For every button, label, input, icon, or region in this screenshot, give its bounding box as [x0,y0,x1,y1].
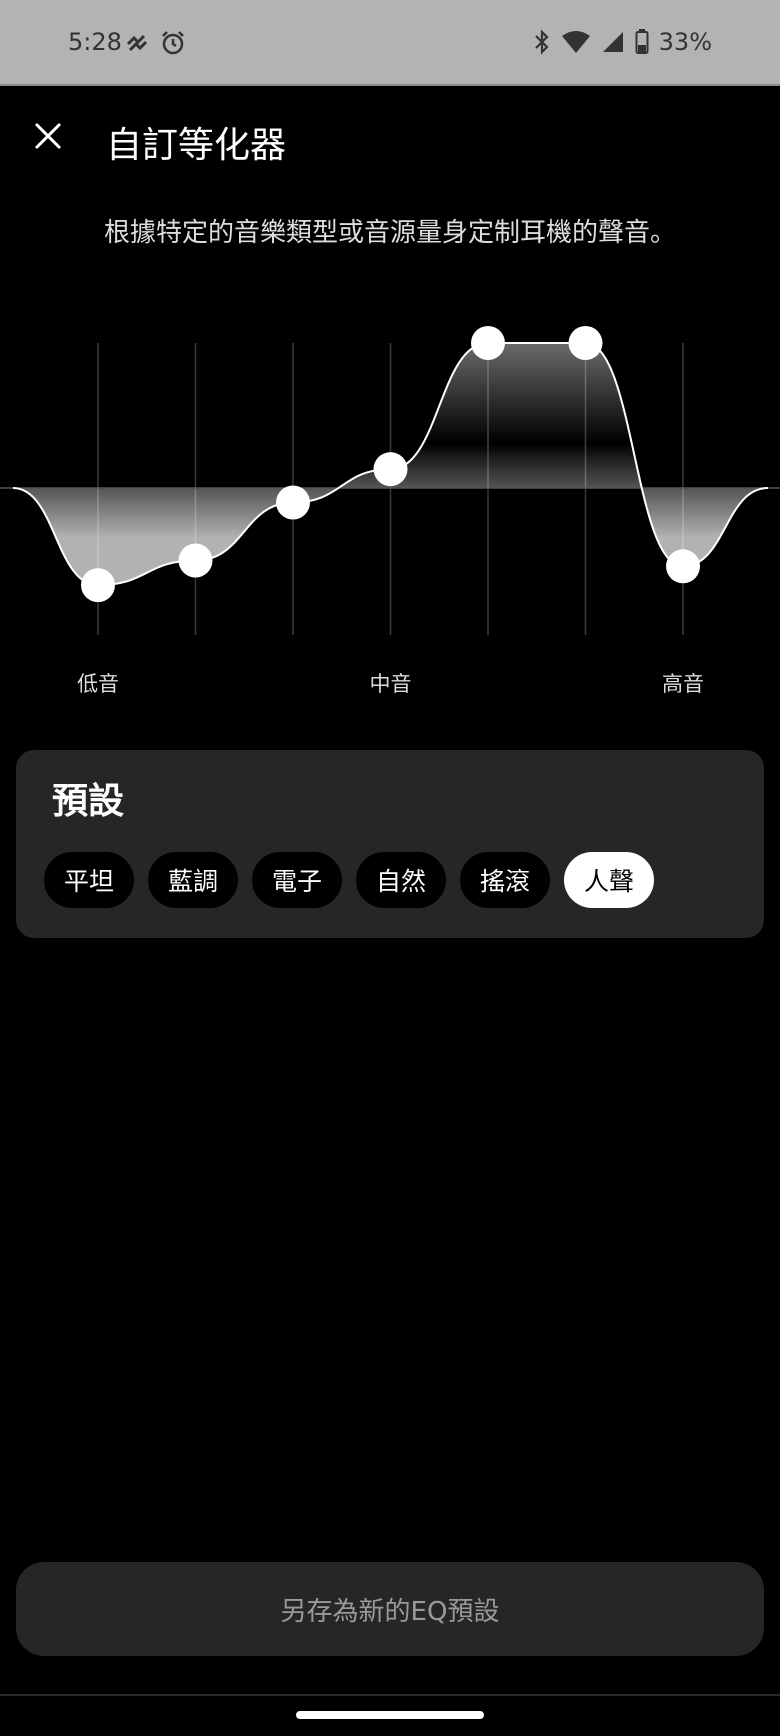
home-indicator[interactable] [296,1711,484,1719]
preset-chip-row: 平坦 藍調 電子 自然 搖滾 人聲 [44,852,654,908]
preset-chip-blues[interactable]: 藍調 [148,852,238,908]
presets-card: 預設 平坦 藍調 電子 自然 搖滾 人聲 [16,750,764,938]
status-time: 5:28 [68,28,122,56]
preset-chip-flat[interactable]: 平坦 [44,852,134,908]
preset-chip-rock[interactable]: 搖滾 [460,852,550,908]
eq-band-handle-4[interactable] [373,452,408,487]
preset-chip-vocal[interactable]: 人聲 [564,852,654,908]
bluetooth-icon [534,29,549,55]
wifi-icon [561,31,590,53]
preset-chip-electronic[interactable]: 電子 [252,852,342,908]
eq-band-handle-2[interactable] [178,543,213,578]
save-as-new-preset-button[interactable]: 另存為新的EQ預設 [16,1562,764,1656]
top-bar: 自訂等化器 [0,88,780,188]
status-right: 33% [533,28,712,56]
battery-percent: 33% [658,28,712,56]
status-left-icons [126,30,186,56]
eq-band-handle-3[interactable] [276,485,310,520]
close-icon [34,122,62,150]
description-text: 根據特定的音樂類型或音源量身定制耳機的聲音。 [103,218,676,248]
presets-title: 預設 [52,781,125,822]
close-button[interactable] [28,116,68,156]
eq-band-handle-7[interactable] [666,549,700,584]
eq-band-handle-5[interactable] [471,326,505,360]
band-label-mid: 中音 [369,672,412,696]
status-bar: 5:28 33% [0,0,780,86]
bottom-divider [0,1694,780,1696]
band-label-high: 高音 [662,672,704,696]
signal-icon [602,32,623,52]
alarm-icon [162,31,184,55]
battery-icon [635,29,649,54]
equalizer-chart[interactable] [0,300,780,640]
page-title: 自訂等化器 [106,125,287,166]
eq-band-handle-1[interactable] [81,568,115,603]
eq-band-handle-6[interactable] [568,326,603,360]
preset-chip-natural[interactable]: 自然 [356,852,446,908]
notification-icon [126,34,148,52]
band-label-low: 低音 [77,672,119,696]
